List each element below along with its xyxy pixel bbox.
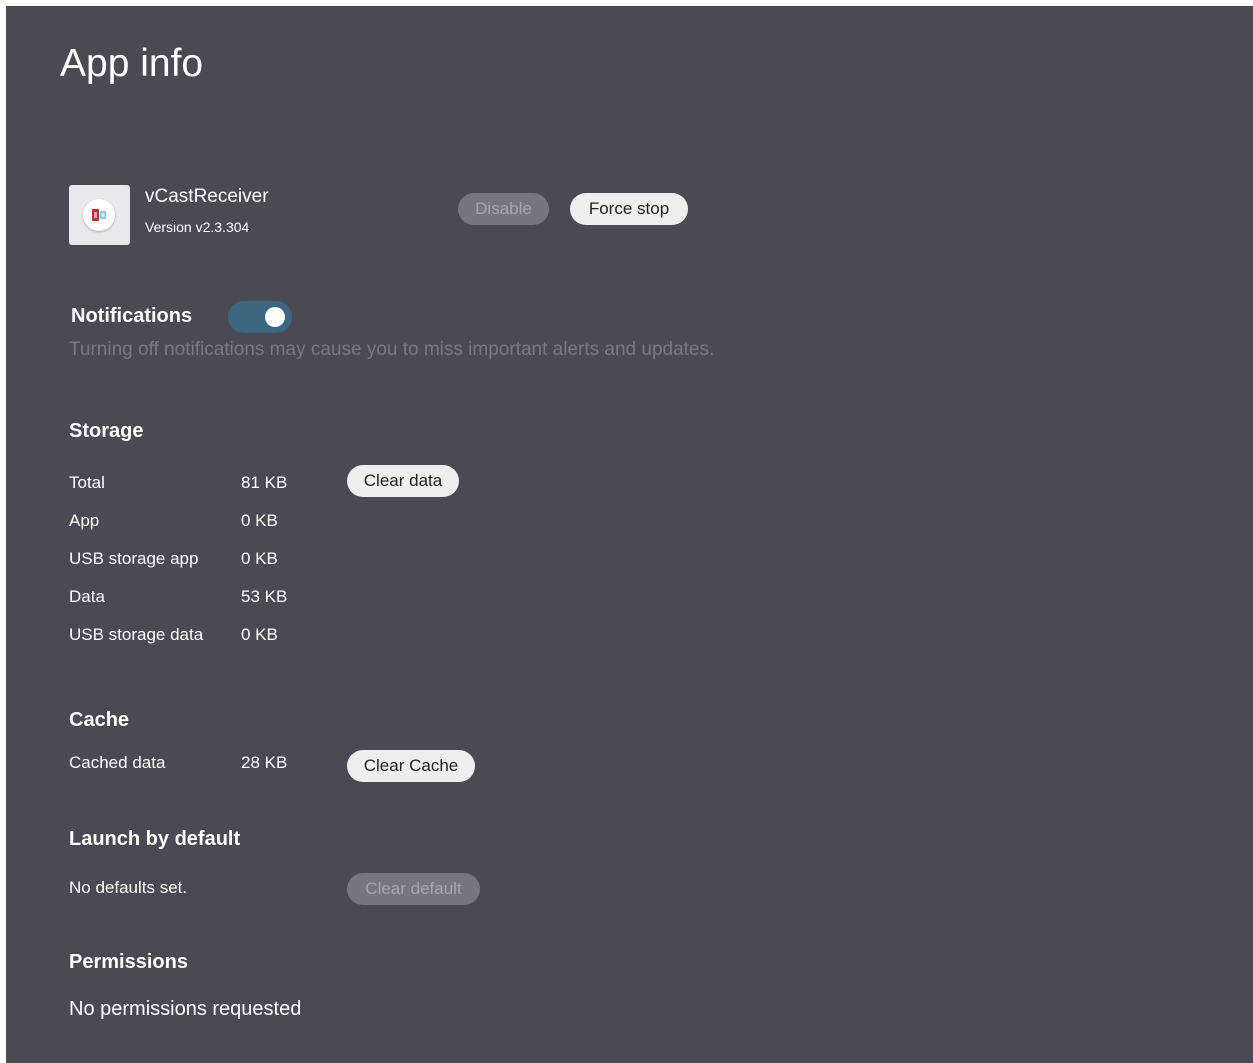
clear-default-button[interactable]: Clear default (347, 873, 480, 905)
cache-heading: Cache (69, 709, 130, 731)
storage-row-value: 53 KB (241, 587, 288, 606)
launch-default-heading: Launch by default (69, 828, 241, 850)
permissions-heading: Permissions (69, 951, 188, 973)
cached-data-value: 28 KB (241, 753, 288, 772)
storage-row-value: 0 KB (241, 549, 278, 568)
storage-row-label: Total (69, 473, 105, 492)
cast-logo-icon (92, 209, 106, 221)
app-name: vCastReceiver (145, 186, 269, 207)
storage-heading: Storage (69, 420, 144, 442)
storage-row-value: 81 KB (241, 473, 288, 492)
storage-row-label: USB storage data (69, 625, 204, 644)
page-title: App info (60, 42, 204, 85)
app-version: Version v2.3.304 (145, 219, 250, 235)
notifications-description: Turning off notifications may cause you … (69, 339, 715, 360)
launch-default-text: No defaults set. (69, 878, 188, 897)
storage-row-label: USB storage app (69, 549, 199, 568)
clear-data-button[interactable]: Clear data (347, 465, 459, 497)
storage-row-value: 0 KB (241, 625, 278, 644)
storage-row-label: Data (69, 587, 105, 606)
force-stop-button[interactable]: Force stop (570, 193, 688, 225)
toggle-knob (265, 307, 285, 327)
app-info-panel: App info vCastReceiver Version v2.3.304 … (6, 6, 1253, 1063)
notifications-toggle[interactable] (228, 301, 292, 333)
clear-cache-button[interactable]: Clear Cache (347, 750, 475, 782)
permissions-text: No permissions requested (69, 998, 302, 1020)
vcast-app-icon (69, 185, 130, 245)
storage-row-label: App (69, 511, 100, 530)
storage-row-value: 0 KB (241, 511, 278, 530)
notifications-label: Notifications (71, 305, 193, 327)
disable-button[interactable]: Disable (458, 193, 549, 225)
cached-data-label: Cached data (69, 753, 166, 772)
